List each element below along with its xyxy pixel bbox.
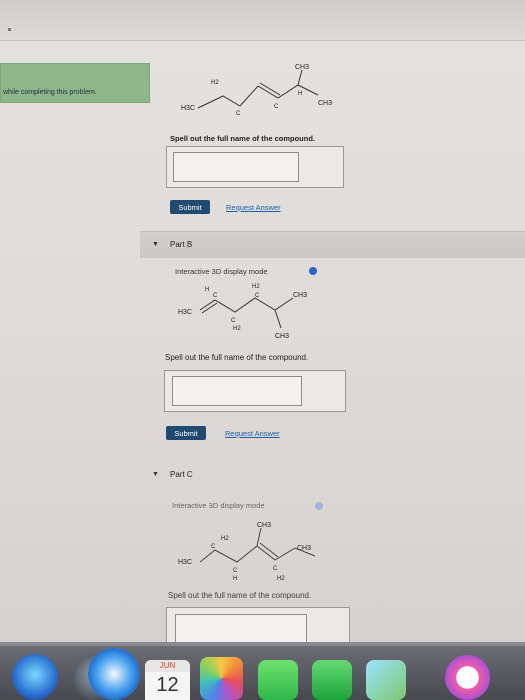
maps-icon[interactable]	[366, 660, 406, 700]
part-c-header[interactable]: ▼ Part C	[140, 462, 525, 488]
messages-icon[interactable]	[258, 660, 298, 700]
part-a-h3c: H3C	[181, 105, 195, 112]
facetime-icon[interactable]	[312, 660, 352, 700]
browser-toolbar	[0, 0, 525, 41]
part-b-molecule[interactable]: H H2 C C C CH3 H3C H2 CH3	[175, 280, 350, 342]
part-b-c3: C	[255, 293, 260, 299]
part-c-c1: C	[211, 544, 216, 550]
part-a-submit-button[interactable]: Submit	[170, 200, 210, 214]
photos-icon[interactable]	[200, 657, 243, 700]
part-a-h2: H2	[211, 80, 219, 86]
part-b-answer-input[interactable]	[172, 376, 302, 406]
part-c-c2: C	[233, 568, 238, 574]
part-c-h3c: H3C	[178, 559, 192, 566]
part-a-prompt: Spell out the full name of the compound.	[170, 134, 315, 143]
itunes-icon[interactable]	[445, 655, 490, 700]
part-b-h: H	[205, 287, 209, 293]
part-c-h2-low: H2	[277, 576, 285, 582]
part-b-c1: C	[213, 293, 218, 299]
part-a-c2: C	[274, 104, 279, 110]
chevron-down-icon: ▼	[152, 471, 159, 478]
calendar-icon[interactable]: JUN 12	[145, 660, 190, 700]
part-c-answer-input[interactable]	[175, 614, 307, 644]
part-b-submit-button[interactable]: Submit	[166, 426, 206, 440]
part-c-h-low: H	[233, 576, 237, 582]
part-c-mode-label[interactable]: Interactive 3D display mode	[172, 501, 265, 510]
part-b-h2-low: H2	[233, 326, 241, 332]
part-a-answer-frame	[166, 146, 344, 188]
part-b-mode-label[interactable]: Interactive 3D display mode	[175, 267, 268, 276]
part-c-c3: C	[273, 566, 278, 572]
browser-page: while completing this problem. CH3 H2 C …	[0, 0, 525, 660]
part-c-label: Part C	[170, 470, 193, 479]
part-c-prompt: Spell out the full name of the compound.	[168, 591, 312, 600]
part-a-h: H	[298, 91, 302, 97]
banner-text: while completing this problem.	[3, 89, 97, 96]
part-b-ch3-right: CH3	[293, 292, 307, 299]
siri-icon[interactable]	[12, 654, 58, 700]
dock-shelf	[0, 642, 525, 646]
part-a-ch3-right: CH3	[318, 100, 332, 107]
part-b-label: Part B	[170, 240, 193, 249]
chevron-down-icon: ▼	[152, 241, 159, 248]
part-b-prompt: Spell out the full name of the compound.	[165, 353, 309, 362]
part-b-header[interactable]: ▼ Part B	[140, 231, 525, 258]
part-b-request-answer-link[interactable]: Request Answer	[225, 429, 280, 438]
safari-icon[interactable]	[88, 648, 140, 700]
toolbar-dot	[8, 28, 11, 31]
part-b-info-icon[interactable]	[309, 267, 317, 275]
part-b-ch3-bottom: CH3	[275, 333, 289, 340]
part-b-h3c: H3C	[178, 309, 192, 316]
part-c-ch3-right: CH3	[297, 545, 311, 552]
part-b-c2: C	[231, 318, 236, 324]
part-a-c1: C	[236, 111, 241, 117]
part-c-answer-frame	[166, 607, 350, 644]
part-a-answer-input[interactable]	[173, 152, 299, 182]
part-c-molecule[interactable]: CH3 H2 C C C H3C CH3 H H2	[175, 518, 350, 584]
part-a-ch3-top: CH3	[295, 64, 309, 71]
part-c-info-icon[interactable]	[315, 502, 323, 510]
part-a-request-answer-link[interactable]: Request Answer	[226, 203, 281, 212]
calendar-day: 12	[156, 674, 179, 696]
part-b-answer-frame	[164, 370, 346, 412]
part-b-h2: H2	[252, 284, 260, 290]
part-a-molecule[interactable]: CH3 H2 C C H H3C CH3	[178, 58, 353, 120]
calendar-month: JUN	[145, 660, 190, 672]
instruction-banner: while completing this problem.	[0, 63, 150, 103]
part-c-ch3-top: CH3	[257, 522, 271, 529]
part-c-h2: H2	[221, 536, 229, 542]
